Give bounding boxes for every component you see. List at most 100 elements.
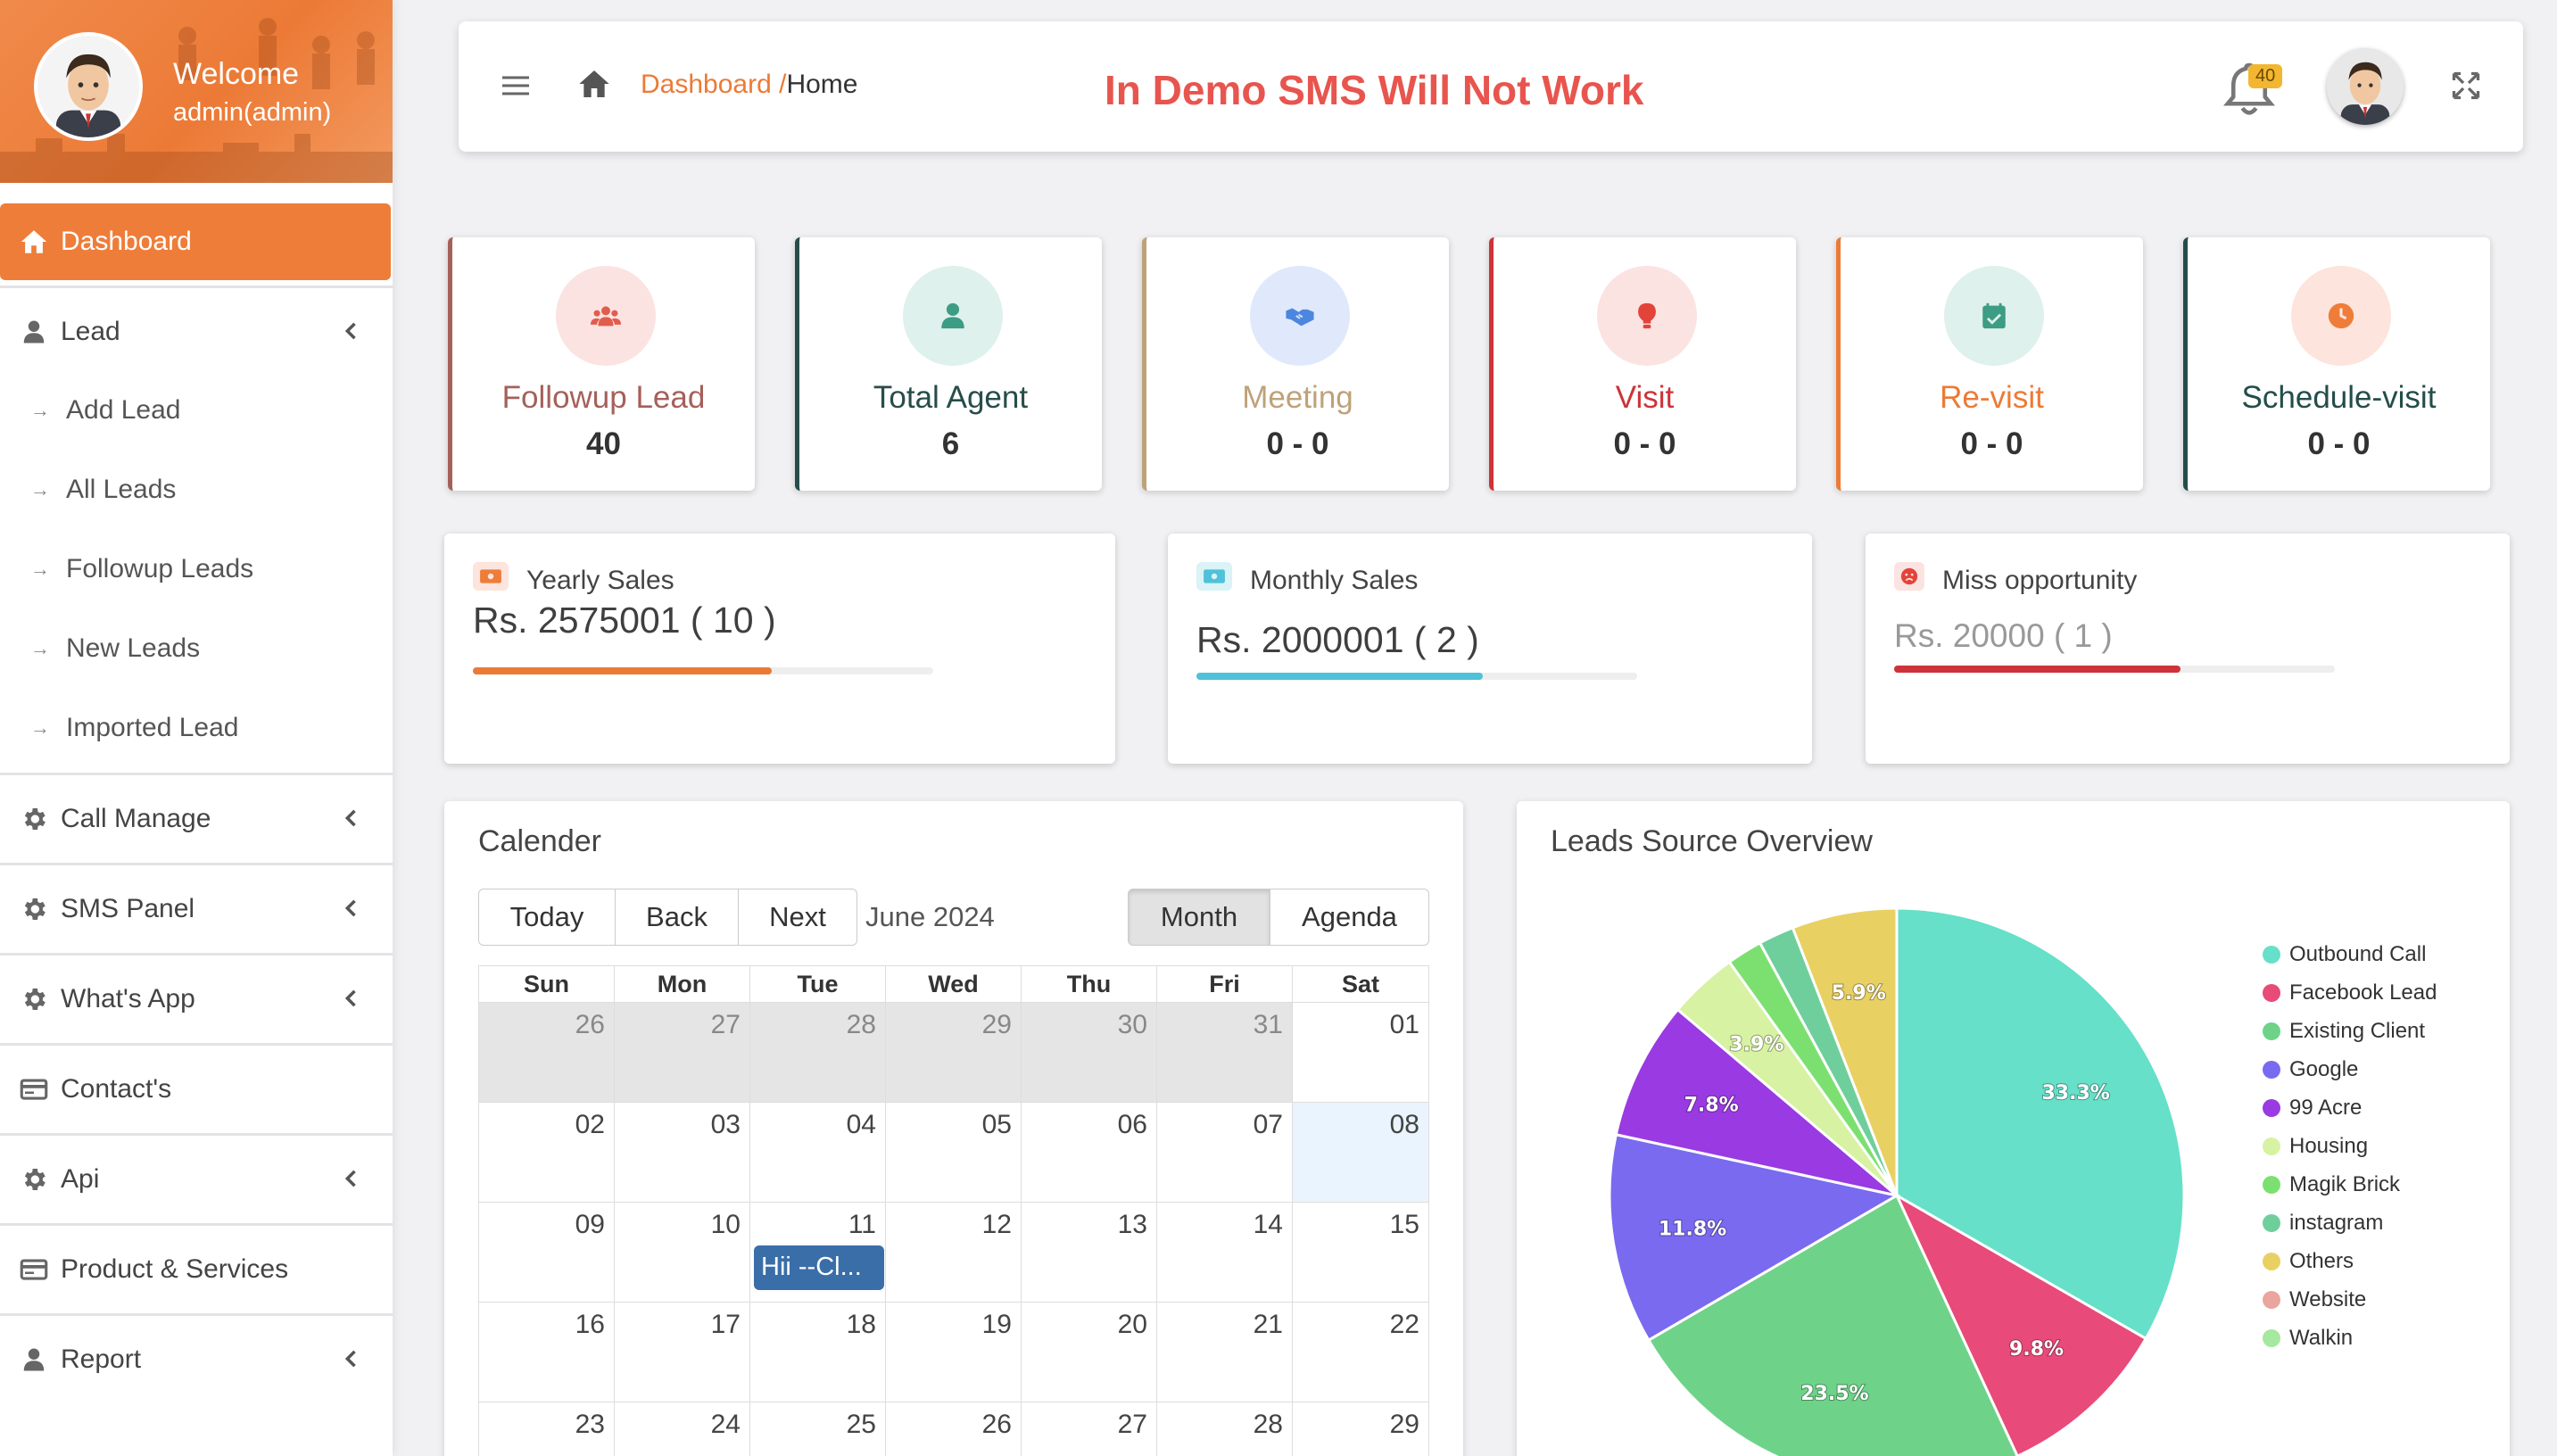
sidebar-item-sms-panel[interactable]: SMS Panel (0, 871, 393, 947)
legend-item[interactable]: instagram (2263, 1204, 2437, 1242)
calendar-day-cell[interactable]: 26 (886, 1402, 1022, 1456)
sidebar-subitem-label: Add Lead (66, 394, 181, 425)
calendar-day-cell[interactable]: 05 (886, 1103, 1022, 1202)
hamburger-menu-icon[interactable] (500, 70, 532, 102)
divider (0, 1313, 393, 1316)
calendar-day-cell[interactable]: 10 (615, 1203, 750, 1302)
calendar-day-cell[interactable]: 18 (750, 1303, 886, 1402)
calendar-event[interactable]: Hii --Cl... (754, 1245, 884, 1290)
calendar-day-cell[interactable]: 13 (1022, 1203, 1157, 1302)
sales-progress-fill (1894, 666, 2181, 673)
calendar-day-cell[interactable]: 11 Hii --Cl... (750, 1203, 886, 1302)
stat-label: Followup Lead (501, 380, 706, 415)
calendar-day-cell[interactable]: 25 (750, 1402, 886, 1456)
sidebar-item-contacts[interactable]: Contact's (0, 1051, 393, 1128)
sidebar-subitem-label: New Leads (66, 633, 201, 663)
stat-card-re-visit[interactable]: Re-visit 0 - 0 (1836, 237, 2143, 491)
calendar-day-cell[interactable]: 12 (886, 1203, 1022, 1302)
calendar-day-cell[interactable]: 20 (1022, 1303, 1157, 1402)
next-button[interactable]: Next (738, 889, 857, 946)
month-view-button[interactable]: Month (1128, 889, 1270, 946)
calendar-day-cell[interactable]: 29 (1293, 1402, 1428, 1456)
legend-item[interactable]: Housing (2263, 1127, 2437, 1165)
calendar-day-cell[interactable]: 17 (615, 1303, 750, 1402)
calendar-day-cell[interactable]: 27 (615, 1003, 750, 1102)
stat-card-schedule-visit[interactable]: Schedule-visit 0 - 0 (2183, 237, 2490, 491)
sidebar-subitem-new-leads[interactable]: → New Leads (0, 608, 393, 688)
calendar-day-cell[interactable]: 03 (615, 1103, 750, 1202)
stat-icon-circle (1597, 266, 1697, 366)
calendar-weekday-header: Sun Mon Tue Wed Thu Fri Sat (478, 965, 1429, 1003)
calendar-day-cell[interactable]: 30 (1022, 1003, 1157, 1102)
agenda-view-button[interactable]: Agenda (1270, 889, 1429, 946)
calendar-day-cell[interactable]: 04 (750, 1103, 886, 1202)
home-icon[interactable] (576, 66, 612, 102)
notification-count-badge: 40 (2248, 64, 2283, 88)
calendar-day-cell[interactable]: 06 (1022, 1103, 1157, 1202)
sidebar-item-call-manage[interactable]: Call Manage (0, 781, 393, 857)
sidebar-item-whatsapp[interactable]: What's App (0, 961, 393, 1038)
calendar-day-cell[interactable]: 16 (479, 1303, 615, 1402)
calendar-day-cell[interactable]: 26 (479, 1003, 615, 1102)
stat-value: 0 - 0 (1266, 426, 1329, 461)
legend-item[interactable]: Website (2263, 1280, 2437, 1319)
calendar-day-cell[interactable]: 27 (1022, 1402, 1157, 1456)
chevron-left-icon (344, 809, 356, 827)
header-user-avatar[interactable] (2327, 48, 2404, 125)
today-button[interactable]: Today (478, 889, 616, 946)
sales-title: Yearly Sales (526, 566, 674, 595)
calendar-day-cell[interactable]: 19 (886, 1303, 1022, 1402)
calendar-day-cell[interactable]: 22 (1293, 1303, 1428, 1402)
calendar-day-cell[interactable]: 09 (479, 1203, 615, 1302)
legend-item[interactable]: Walkin (2263, 1319, 2437, 1357)
calendar-day-cell[interactable]: 21 (1157, 1303, 1293, 1402)
sidebar-subitem-followup-leads[interactable]: → Followup Leads (0, 529, 393, 608)
sidebar-item-report[interactable]: Report (0, 1321, 393, 1398)
calendar-week-row: 23 24 25 26 27 28 29 (478, 1402, 1429, 1456)
legend-item[interactable]: Others (2263, 1242, 2437, 1280)
sidebar-subitem-imported-lead[interactable]: → Imported Lead (0, 688, 393, 767)
calendar-day-cell[interactable]: 23 (479, 1402, 615, 1456)
arrow-right-icon: → (30, 477, 50, 500)
legend-item[interactable]: Google (2263, 1050, 2437, 1088)
calendar-day-cell[interactable]: 02 (479, 1103, 615, 1202)
stat-card-visit[interactable]: Visit 0 - 0 (1489, 237, 1796, 491)
chevron-left-icon (344, 899, 356, 917)
user-avatar[interactable] (34, 32, 143, 141)
calendar-week-row: 02 03 04 05 06 07 08 (478, 1103, 1429, 1203)
sidebar-subitem-all-leads[interactable]: → All Leads (0, 450, 393, 529)
calendar-day-cell-today[interactable]: 08 (1293, 1103, 1428, 1202)
breadcrumb-dashboard-link[interactable]: Dashboard / (641, 70, 786, 99)
calendar-day-cell[interactable]: 14 (1157, 1203, 1293, 1302)
sidebar-item-lead[interactable]: Lead (0, 294, 393, 370)
back-button[interactable]: Back (615, 889, 739, 946)
calendar-day-cell[interactable]: 01 (1293, 1003, 1428, 1102)
calendar-day-cell[interactable]: 15 (1293, 1203, 1428, 1302)
legend-item[interactable]: Outbound Call (2263, 935, 2437, 973)
sidebar-subitem-add-lead[interactable]: → Add Lead (0, 370, 393, 450)
stat-card-total-agent[interactable]: Total Agent 6 (795, 237, 1102, 491)
sidebar-item-api[interactable]: Api (0, 1141, 393, 1218)
stat-card-meeting[interactable]: Meeting 0 - 0 (1142, 237, 1449, 491)
calendar-day-cell[interactable]: 07 (1157, 1103, 1293, 1202)
legend-item[interactable]: Existing Client (2263, 1012, 2437, 1050)
legend-item[interactable]: 99 Acre (2263, 1088, 2437, 1127)
calendar-day-cell[interactable]: 28 (750, 1003, 886, 1102)
sidebar-item-label: SMS Panel (61, 894, 195, 923)
sidebar: Welcome admin(admin) Dashboard Lead → Add… (0, 0, 393, 1456)
calendar-day-cell[interactable]: 24 (615, 1402, 750, 1456)
calendar-day-cell[interactable]: 28 (1157, 1402, 1293, 1456)
sidebar-item-dashboard[interactable]: Dashboard (0, 203, 391, 280)
stat-card-followup-lead[interactable]: Followup Lead 40 (448, 237, 755, 491)
stat-value: 0 - 0 (1613, 426, 1676, 461)
home-icon (16, 224, 52, 260)
legend-label: Magik Brick (2289, 1171, 2401, 1196)
divider (0, 953, 393, 956)
fullscreen-expand-icon[interactable] (2450, 70, 2482, 102)
calendar-day-cell[interactable]: 31 (1157, 1003, 1293, 1102)
divider (0, 285, 393, 288)
legend-item[interactable]: Magik Brick (2263, 1165, 2437, 1204)
legend-item[interactable]: Facebook Lead (2263, 973, 2437, 1012)
calendar-day-cell[interactable]: 29 (886, 1003, 1022, 1102)
sidebar-item-product-services[interactable]: Product & Services (0, 1231, 393, 1308)
